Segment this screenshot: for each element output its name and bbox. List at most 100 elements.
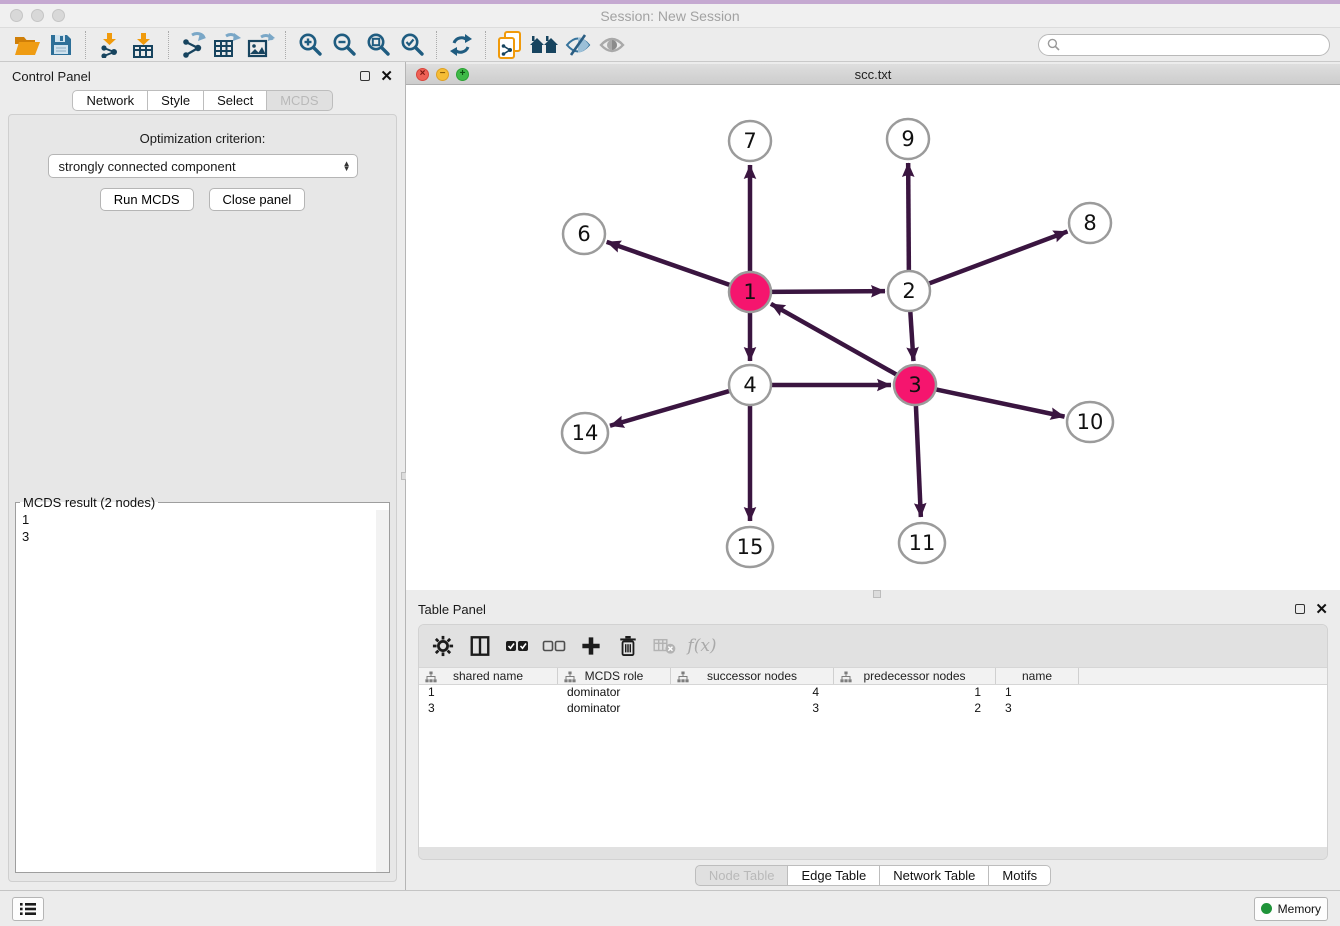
table-header-row: shared nameMCDS rolesuccessor nodes prede… [419, 667, 1327, 685]
cell-name[interactable]: 1 [996, 685, 1079, 701]
column-type-icon [564, 671, 576, 683]
node-1[interactable]: 1 [729, 272, 771, 312]
memory-button[interactable]: Memory [1254, 897, 1328, 921]
zoom-out-button[interactable] [327, 30, 361, 60]
node-10[interactable]: 10 [1067, 402, 1113, 442]
cell-predecessor-nodes[interactable]: 1 [834, 685, 996, 701]
node-7[interactable]: 7 [729, 121, 771, 161]
edge-2-8[interactable] [927, 231, 1068, 284]
trash-icon [618, 635, 638, 657]
column-header-predecessor-nodes[interactable]: predecessor nodes [834, 668, 996, 684]
search-input[interactable] [1065, 38, 1321, 52]
cell-shared-name[interactable]: 3 [419, 701, 558, 717]
node-15[interactable]: 15 [727, 527, 773, 567]
edge-3-11[interactable] [916, 404, 921, 517]
node-2[interactable]: 2 [888, 271, 930, 311]
export-image-button[interactable] [244, 30, 278, 60]
node-4[interactable]: 4 [729, 365, 771, 405]
cell-successor-nodes[interactable]: 3 [671, 701, 834, 717]
column-header-MCDS-role[interactable]: MCDS role [558, 668, 671, 684]
cell-shared-name[interactable]: 1 [419, 685, 558, 701]
save-session-button[interactable] [44, 30, 78, 60]
tab-mcds[interactable]: MCDS [267, 90, 332, 111]
mcds-result-list[interactable]: 1 3 [16, 510, 389, 545]
tab-network-table[interactable]: Network Table [880, 865, 989, 886]
cell-name[interactable]: 3 [996, 701, 1079, 717]
edge-3-10[interactable] [934, 389, 1065, 417]
edge-3-1[interactable] [771, 304, 899, 376]
edge-1-6[interactable] [607, 242, 732, 286]
function-builder-button[interactable]: f(x) [688, 632, 716, 660]
export-table-button[interactable] [210, 30, 244, 60]
table-row[interactable]: 3dominator323 [419, 701, 1327, 717]
edge-4-14[interactable] [610, 390, 732, 425]
import-table-button[interactable] [127, 30, 161, 60]
cell-successor-nodes[interactable]: 4 [671, 685, 834, 701]
horizontal-splitter[interactable] [406, 590, 1340, 598]
table-panel-float-button[interactable] [1295, 604, 1305, 614]
table-panel-close-button[interactable]: ✕ [1315, 602, 1328, 617]
export-network-button[interactable] [176, 30, 210, 60]
deselect-all-button[interactable] [540, 632, 568, 660]
node-6[interactable]: 6 [563, 214, 605, 254]
close-panel-button[interactable]: Close panel [209, 188, 306, 211]
zoom-fit-button[interactable] [361, 30, 395, 60]
import-table-icon [131, 32, 157, 58]
criterion-select[interactable]: strongly connected component ▲▼ [48, 154, 358, 178]
result-scrollbar[interactable] [376, 510, 389, 872]
node-11[interactable]: 11 [899, 523, 945, 563]
columns-icon [469, 635, 491, 657]
cell-predecessor-nodes[interactable]: 2 [834, 701, 996, 717]
column-header-shared-name[interactable]: shared name [419, 668, 558, 684]
network-canvas[interactable]: 7 9 6 8 1 2 4 3 14 10 15 11 [406, 85, 1340, 590]
column-header-label: predecessor nodes [863, 669, 965, 683]
copy-network-button[interactable] [493, 30, 527, 60]
cell-MCDS-role[interactable]: dominator [558, 701, 671, 717]
tab-style[interactable]: Style [148, 90, 204, 111]
toolbar-separator [485, 31, 486, 59]
table-row[interactable]: 1dominator411 [419, 685, 1327, 701]
delete-column-button[interactable] [614, 632, 642, 660]
select-all-button[interactable] [503, 632, 531, 660]
show-column-button[interactable] [466, 632, 494, 660]
node-3[interactable]: 3 [894, 365, 936, 405]
node-14[interactable]: 14 [562, 413, 608, 453]
run-mcds-button[interactable]: Run MCDS [100, 188, 194, 211]
tab-network[interactable]: Network [72, 90, 148, 111]
toolbar-separator [436, 31, 437, 59]
tab-node-table[interactable]: Node Table [695, 865, 789, 886]
create-column-button[interactable] [577, 632, 605, 660]
apply-layout-button[interactable] [444, 30, 478, 60]
control-panel-close-button[interactable]: ✕ [380, 69, 393, 84]
cell-MCDS-role[interactable]: dominator [558, 685, 671, 701]
control-panel-float-button[interactable] [360, 71, 370, 81]
show-graphics-details-button[interactable] [595, 30, 629, 60]
zoom-in-button[interactable] [293, 30, 327, 60]
table-settings-button[interactable] [429, 632, 457, 660]
optimization-criterion-label: Optimization criterion: [9, 131, 396, 146]
column-header-name[interactable]: name [996, 668, 1079, 684]
tab-select[interactable]: Select [204, 90, 267, 111]
edge-2-3[interactable] [910, 310, 913, 361]
zoom-selected-button[interactable] [395, 30, 429, 60]
zoom-fit-icon [366, 32, 391, 57]
horizontal-splitter-grip[interactable] [873, 590, 881, 598]
network-graph[interactable]: 7 9 6 8 1 2 4 3 14 10 15 11 [406, 85, 1339, 585]
delete-table-button[interactable] [651, 632, 679, 660]
column-header-label: name [1022, 669, 1052, 683]
import-network-button[interactable] [93, 30, 127, 60]
tab-edge-table[interactable]: Edge Table [788, 865, 880, 886]
export-image-icon [247, 32, 275, 58]
tab-motifs[interactable]: Motifs [989, 865, 1051, 886]
open-session-button[interactable] [10, 30, 44, 60]
table-panel-title: Table Panel [418, 602, 486, 617]
column-header-successor-nodes[interactable]: successor nodes [671, 668, 834, 684]
node-9[interactable]: 9 [887, 119, 929, 159]
edge-1-2[interactable] [769, 291, 885, 292]
edge-2-9[interactable] [908, 163, 909, 272]
hide-graphics-details-button[interactable] [561, 30, 595, 60]
network-overview-button[interactable] [527, 30, 561, 60]
task-history-button[interactable] [12, 897, 44, 921]
node-8[interactable]: 8 [1069, 203, 1111, 243]
zoom-out-icon [332, 32, 357, 57]
